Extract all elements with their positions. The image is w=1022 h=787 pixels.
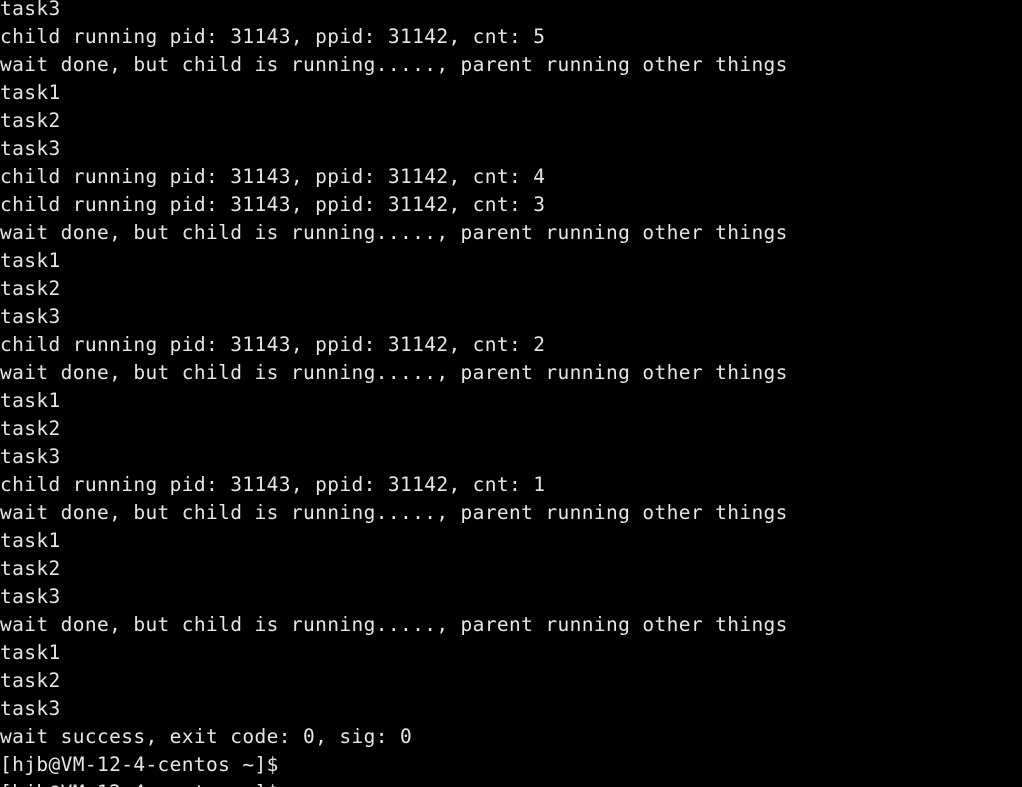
terminal-screen: task3 child running pid: 31143, ppid: 311…: [0, 0, 1022, 787]
terminal-output-line: task3: [0, 585, 61, 608]
terminal-output-line: task3: [0, 305, 61, 328]
terminal-output-line: task1: [0, 529, 61, 552]
terminal-output-line: wait done, but child is running....., pa…: [0, 613, 788, 636]
terminal-output-line: task1: [0, 81, 61, 104]
terminal-output-line: wait done, but child is running....., pa…: [0, 501, 788, 524]
terminal-output-line: child running pid: 31143, ppid: 31142, c…: [0, 333, 546, 356]
terminal-output-line: task1: [0, 249, 61, 272]
terminal-output-line: task2: [0, 669, 61, 692]
terminal-output-line: child running pid: 31143, ppid: 31142, c…: [0, 165, 546, 188]
terminal-prompt-line: [hjb@VM-12-4-centos ~]$: [0, 753, 279, 776]
terminal-output-line: task2: [0, 277, 61, 300]
terminal-output-line: task1: [0, 389, 61, 412]
terminal-output-line: wait done, but child is running....., pa…: [0, 221, 788, 244]
terminal-output-line: wait done, but child is running....., pa…: [0, 53, 788, 76]
terminal-prompt-line: [hjb@VM-12-4-centos ~]$: [0, 779, 1022, 787]
terminal-output-line: task3: [0, 137, 61, 160]
terminal-output-line: wait success, exit code: 0, sig: 0: [0, 725, 413, 748]
terminal-window[interactable]: task3 child running pid: 31143, ppid: 311…: [0, 0, 1022, 787]
terminal-output-line: task2: [0, 417, 61, 440]
terminal-output-line: task2: [0, 557, 61, 580]
terminal-output-line: wait done, but child is running....., pa…: [0, 361, 788, 384]
terminal-output-line: child running pid: 31143, ppid: 31142, c…: [0, 193, 546, 216]
terminal-output-line: task3: [0, 445, 61, 468]
terminal-output-line: task3: [0, 697, 61, 720]
terminal-output-line: task2: [0, 109, 61, 132]
terminal-output-line: task1: [0, 641, 61, 664]
terminal-output-line: task3: [0, 0, 61, 20]
terminal-output-line: child running pid: 31143, ppid: 31142, c…: [0, 25, 546, 48]
terminal-output-line: child running pid: 31143, ppid: 31142, c…: [0, 473, 546, 496]
